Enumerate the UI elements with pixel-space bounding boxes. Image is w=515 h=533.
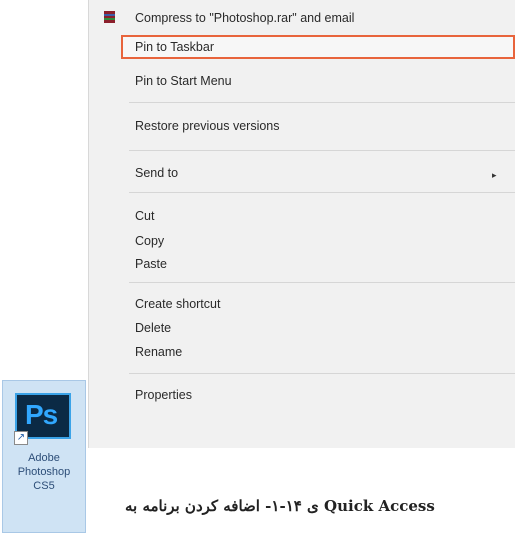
winrar-archive-icon	[103, 10, 116, 24]
menu-item-delete[interactable]: Delete	[135, 320, 171, 336]
menu-item-create-shortcut[interactable]: Create shortcut	[135, 296, 220, 312]
menu-separator	[129, 373, 515, 374]
menu-item-pin-to-start-menu[interactable]: Pin to Start Menu	[135, 73, 232, 89]
menu-item-restore-previous-versions[interactable]: Restore previous versions	[135, 118, 280, 134]
context-menu: Compress to "Photoshop.rar" and email Pi…	[88, 0, 515, 448]
desktop-shortcut-photoshop[interactable]: Ps ↗ Adobe Photoshop CS5	[0, 375, 88, 533]
shortcut-arrow-icon: ↗	[14, 431, 28, 445]
screenshot-page: Compress to "Photoshop.rar" and email Pi…	[0, 0, 515, 533]
icon-label-line3: CS5	[33, 480, 55, 492]
menu-item-properties[interactable]: Properties	[135, 387, 192, 403]
menu-item-compress-email[interactable]: Compress to "Photoshop.rar" and email	[135, 10, 354, 26]
icon-label-line1: Adobe	[28, 452, 60, 464]
menu-separator	[129, 192, 515, 193]
menu-item-copy[interactable]: Copy	[135, 233, 164, 249]
menu-item-rename[interactable]: Rename	[135, 344, 182, 360]
menu-item-cut[interactable]: Cut	[135, 208, 154, 224]
menu-item-send-to[interactable]: Send to	[135, 165, 178, 181]
menu-separator	[129, 102, 515, 103]
submenu-arrow-icon: ▸	[492, 170, 497, 180]
photoshop-tile-text: Ps	[25, 399, 58, 430]
desktop-icon-label: Adobe Photoshop CS5	[6, 451, 82, 493]
icon-label-line2: Photoshop	[17, 466, 71, 478]
menu-item-paste[interactable]: Paste	[135, 256, 167, 272]
menu-separator	[129, 150, 515, 151]
figure-caption: ی ۱۴-۱- اضافه کردن برنامه به Quick Acces…	[125, 497, 435, 515]
menu-item-pin-to-taskbar[interactable]: Pin to Taskbar	[135, 39, 214, 55]
menu-separator	[129, 282, 515, 283]
